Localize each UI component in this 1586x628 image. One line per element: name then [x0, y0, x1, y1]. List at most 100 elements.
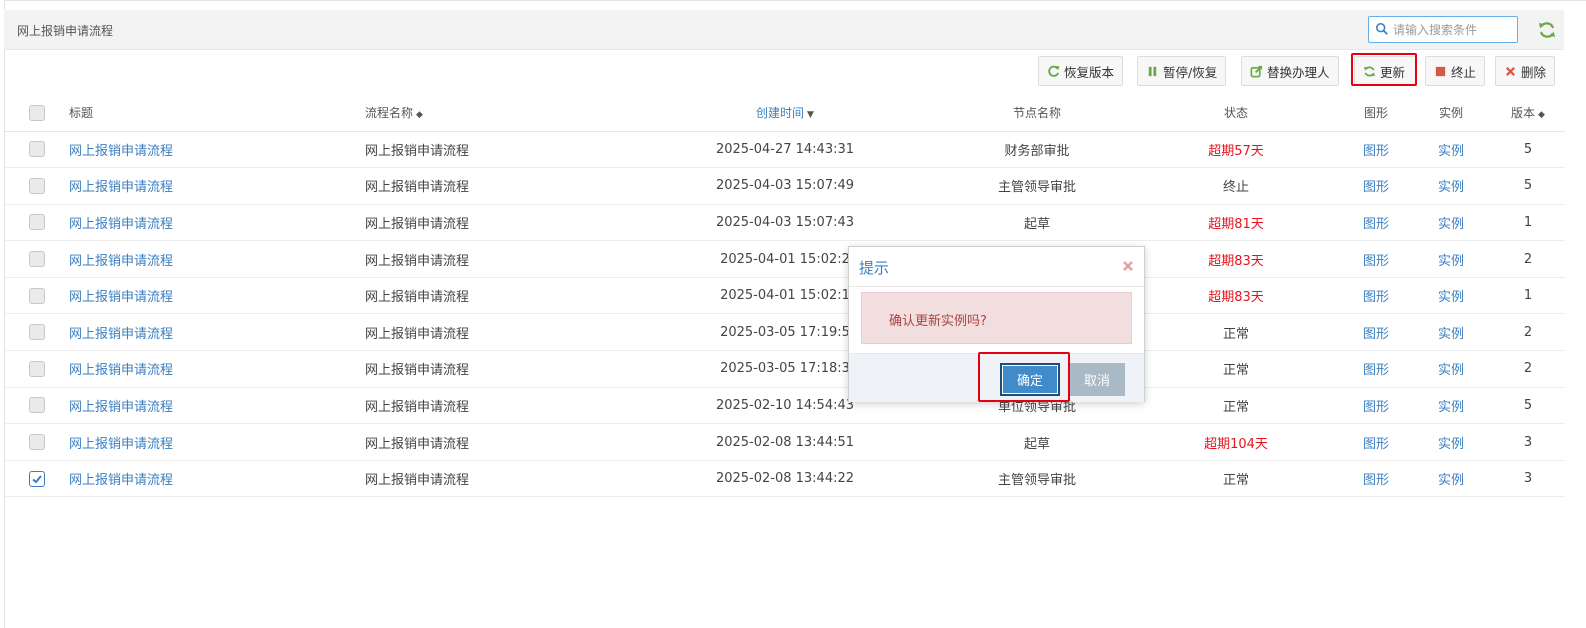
row-checkbox[interactable]	[29, 397, 45, 414]
select-all-cell[interactable]	[5, 95, 69, 132]
column-header-status: 状态	[1131, 95, 1341, 132]
delete-button[interactable]: 删除	[1495, 56, 1556, 86]
row-created-time: 2025-04-27 14:43:31	[715, 141, 855, 157]
table-row[interactable]: 网上报销申请流程 网上报销申请流程 2025-03-05 17:19:5 正常 图形 实例…	[5, 313, 1565, 352]
row-title-link[interactable]: 网上报销申请流程	[69, 144, 173, 159]
row-checkbox[interactable]	[29, 434, 45, 451]
row-instance-link[interactable]: 实例	[1438, 363, 1464, 378]
row-checkbox[interactable]	[29, 287, 45, 304]
row-title-link[interactable]: 网上报销申请流程	[69, 437, 173, 452]
row-title-link[interactable]: 网上报销申请流程	[69, 400, 173, 415]
search-box[interactable]	[1368, 16, 1518, 43]
row-title-link[interactable]: 网上报销申请流程	[69, 290, 173, 305]
row-title-link[interactable]: 网上报销申请流程	[69, 363, 173, 378]
row-checkbox[interactable]	[29, 177, 45, 194]
row-graph-link[interactable]: 图形	[1363, 217, 1389, 232]
row-instance-link[interactable]: 实例	[1438, 217, 1464, 232]
replace-handler-button[interactable]: 替换办理人	[1241, 56, 1339, 86]
row-select-cell[interactable]	[5, 204, 69, 242]
column-header-flow-name[interactable]: 流程名称 ◆	[365, 95, 627, 132]
row-instance-link[interactable]: 实例	[1438, 400, 1464, 415]
row-graph-link[interactable]: 图形	[1363, 290, 1389, 305]
row-graph-link[interactable]: 图形	[1363, 363, 1389, 378]
table-header-row: 标题 流程名称 ◆ 创建时间 ▼ 节点名称 状态 图形 实例 版本 ◆	[5, 95, 1565, 132]
row-status: 超期57天	[1208, 143, 1264, 159]
row-graph-link[interactable]: 图形	[1363, 473, 1389, 488]
row-graph-link[interactable]: 图形	[1363, 327, 1389, 342]
row-title-link[interactable]: 网上报销申请流程	[69, 180, 173, 195]
row-node-name: 财务部审批	[1004, 143, 1070, 159]
row-select-cell[interactable]	[5, 423, 69, 461]
row-graph-link[interactable]: 图形	[1363, 180, 1389, 195]
row-select-cell[interactable]	[5, 313, 69, 352]
row-instance-link[interactable]: 实例	[1438, 327, 1464, 342]
table-row[interactable]: 网上报销申请流程 网上报销申请流程 2025-04-01 15:02:2 超期83天 图…	[5, 240, 1565, 278]
restore-version-label: 恢复版本	[1064, 64, 1115, 80]
replace-handler-label: 替换办理人	[1267, 64, 1330, 80]
select-all-checkbox[interactable]	[29, 104, 45, 121]
row-checkbox[interactable]	[29, 470, 45, 487]
row-instance-link[interactable]: 实例	[1438, 473, 1464, 488]
table-row[interactable]: 网上报销申请流程 网上报销申请流程 2025-03-05 17:18:3 正常 图形 实例…	[5, 350, 1565, 388]
confirm-button[interactable]: 确定	[1000, 363, 1060, 396]
row-version: 1	[1523, 288, 1533, 304]
row-title-link[interactable]: 网上报销申请流程	[69, 473, 173, 488]
refresh-icon[interactable]	[1537, 20, 1557, 40]
row-node-name: 起草	[1023, 436, 1050, 452]
panel-header: 网上报销申请流程	[4, 10, 1564, 50]
row-status: 正常	[1222, 473, 1249, 489]
restore-version-button[interactable]: 恢复版本	[1038, 56, 1124, 86]
close-icon[interactable]	[1122, 260, 1134, 272]
table-row[interactable]: 网上报销申请流程 网上报销申请流程 2025-04-01 15:02:1 超期83天 图…	[5, 277, 1565, 315]
row-instance-link[interactable]: 实例	[1438, 437, 1464, 452]
row-graph-link[interactable]: 图形	[1363, 144, 1389, 159]
update-button[interactable]: 更新	[1354, 56, 1416, 86]
search-input[interactable]	[1393, 20, 1513, 39]
refresh-icon	[1363, 66, 1376, 76]
row-select-cell[interactable]	[5, 350, 69, 388]
row-instance-link[interactable]: 实例	[1438, 290, 1464, 305]
row-select-cell[interactable]	[5, 131, 69, 169]
pause-icon	[1148, 66, 1157, 76]
row-node-name: 主管领导审批	[997, 473, 1076, 489]
sort-icon[interactable]: ◆	[416, 110, 423, 120]
column-header-version[interactable]: 版本 ◆	[1491, 95, 1565, 132]
cancel-button[interactable]: 取消	[1069, 363, 1125, 396]
sort-desc-icon[interactable]: ▼	[807, 110, 814, 120]
table-row[interactable]: 网上报销申请流程 网上报销申请流程 2025-02-08 13:44:51 起草 超期1…	[5, 423, 1565, 461]
row-instance-link[interactable]: 实例	[1438, 180, 1464, 195]
column-header-created[interactable]: 创建时间 ▼	[627, 95, 943, 132]
row-select-cell[interactable]	[5, 277, 69, 315]
row-checkbox[interactable]	[29, 324, 45, 341]
row-checkbox[interactable]	[29, 214, 45, 231]
pause-resume-button[interactable]: 暂停/恢复	[1137, 56, 1227, 86]
terminate-button[interactable]: 终止	[1425, 56, 1486, 86]
row-checkbox[interactable]	[29, 251, 45, 268]
row-version: 3	[1523, 471, 1533, 487]
row-checkbox[interactable]	[29, 360, 45, 377]
table-row[interactable]: 网上报销申请流程 网上报销申请流程 2025-02-10 14:54:43 单位领导审…	[5, 387, 1565, 425]
row-graph-link[interactable]: 图形	[1363, 400, 1389, 415]
row-title-link[interactable]: 网上报销申请流程	[69, 254, 173, 269]
row-select-cell[interactable]	[5, 387, 69, 425]
row-status: 正常	[1222, 326, 1249, 342]
table-row[interactable]: 网上报销申请流程 网上报销申请流程 2025-04-03 15:07:43 起草 超期8…	[5, 204, 1565, 242]
process-table: 标题 流程名称 ◆ 创建时间 ▼ 节点名称 状态 图形 实例 版本 ◆ 网上报销申请流…	[5, 95, 1565, 498]
table-row[interactable]: 网上报销申请流程 网上报销申请流程 2025-02-08 13:44:22 主管领导审…	[5, 460, 1565, 498]
row-select-cell[interactable]	[5, 167, 69, 205]
row-select-cell[interactable]	[5, 460, 69, 498]
close-icon	[1505, 66, 1516, 76]
row-instance-link[interactable]: 实例	[1438, 144, 1464, 159]
confirm-dialog: 提示 确认更新实例吗? 确定 取消	[848, 246, 1145, 402]
row-graph-link[interactable]: 图形	[1363, 437, 1389, 452]
sort-icon[interactable]: ◆	[1538, 110, 1545, 120]
panel-title: 网上报销申请流程	[17, 24, 114, 38]
row-checkbox[interactable]	[29, 141, 45, 158]
row-instance-link[interactable]: 实例	[1438, 254, 1464, 269]
table-row[interactable]: 网上报销申请流程 网上报销申请流程 2025-04-03 15:07:49 主管领导审…	[5, 167, 1565, 205]
row-graph-link[interactable]: 图形	[1363, 254, 1389, 269]
table-row[interactable]: 网上报销申请流程 网上报销申请流程 2025-04-27 14:43:31 财务部审批…	[5, 131, 1565, 169]
row-select-cell[interactable]	[5, 240, 69, 278]
row-title-link[interactable]: 网上报销申请流程	[69, 327, 173, 342]
row-title-link[interactable]: 网上报销申请流程	[69, 217, 173, 232]
